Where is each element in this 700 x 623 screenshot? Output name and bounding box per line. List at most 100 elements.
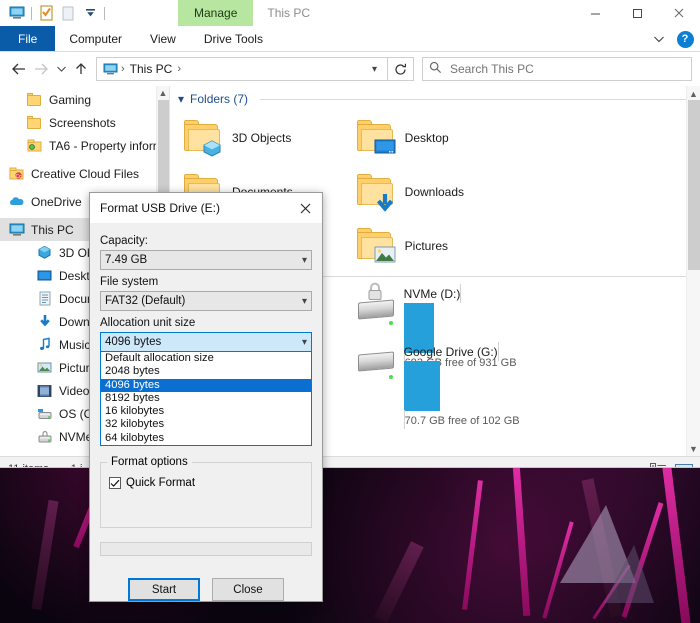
capacity-select[interactable]: 7.49 GB ▾ xyxy=(100,250,312,270)
close-button[interactable] xyxy=(288,193,322,223)
minimize-button[interactable] xyxy=(574,0,616,26)
drive-icon xyxy=(36,405,53,422)
format-usb-drive-dialog: Format USB Drive (E:) Capacity: 7.49 GB … xyxy=(89,192,323,602)
back-button[interactable] xyxy=(8,56,30,82)
toolbar-divider xyxy=(31,6,32,20)
dropdown-option-selected[interactable]: 4096 bytes xyxy=(101,378,311,392)
chevron-down-icon[interactable]: ▾ xyxy=(178,92,184,106)
folder-tile-pictures[interactable]: Pictures xyxy=(349,220,522,272)
breadcrumb-this-pc[interactable]: This PC xyxy=(127,62,176,76)
dropdown-option[interactable]: 64 kilobytes xyxy=(101,432,311,445)
dialog-titlebar: Format USB Drive (E:) xyxy=(90,193,322,223)
scroll-up-icon[interactable]: ▲ xyxy=(157,86,169,98)
close-button-dialog[interactable]: Close xyxy=(212,578,284,602)
capacity-value: 7.49 GB xyxy=(105,254,148,266)
view-mode-buttons xyxy=(648,457,694,467)
dropdown-option[interactable]: Default allocation size xyxy=(101,352,311,365)
tab-drive-tools[interactable]: Drive Tools xyxy=(190,26,277,51)
search-input[interactable] xyxy=(448,61,685,77)
quick-format-checkbox[interactable] xyxy=(109,477,121,490)
search-box[interactable] xyxy=(422,57,692,81)
folder-icon xyxy=(26,91,43,108)
breadcrumb-separator-2[interactable]: › xyxy=(175,63,183,75)
documents-icon xyxy=(36,290,53,307)
allocation-value: 4096 bytes xyxy=(105,336,162,348)
address-path-box[interactable]: › This PC › ▾ xyxy=(96,57,388,81)
pictures-icon xyxy=(36,359,53,376)
onedrive-icon xyxy=(8,193,25,210)
this-pc-icon xyxy=(8,221,25,238)
filesystem-select[interactable]: FAT32 (Default) ▾ xyxy=(100,291,312,311)
allocation-unit-size-select[interactable]: 4096 bytes ▾ xyxy=(100,332,312,352)
folder-tile-downloads[interactable]: Downloads xyxy=(349,166,522,218)
dialog-body: Capacity: 7.49 GB ▾ File system FAT32 (D… xyxy=(90,223,322,456)
chevron-down-icon: ▾ xyxy=(301,295,307,307)
new-folder-icon[interactable] xyxy=(57,2,79,24)
content-pane-scrollbar[interactable]: ▲ ▼ xyxy=(686,86,700,456)
folder-tile-3d-objects[interactable]: 3D Objects xyxy=(176,112,349,164)
drive-tile-empty-1 xyxy=(521,283,694,335)
up-button[interactable] xyxy=(70,56,92,82)
properties-icon[interactable] xyxy=(35,2,57,24)
tab-file[interactable]: File xyxy=(0,26,56,51)
allocation-dropdown-list[interactable]: Default allocation size 2048 bytes 4096 … xyxy=(100,352,312,447)
sidebar-item-label: Creative Cloud Files xyxy=(31,166,140,181)
maximize-button[interactable] xyxy=(616,0,658,26)
3d-objects-folder-icon xyxy=(182,117,224,159)
breadcrumb-separator-1: › xyxy=(121,63,125,75)
drive-tile-nvme-d[interactable]: NVMe (D:) 693 GB free of 931 GB xyxy=(349,282,522,371)
chevron-down-icon: ▾ xyxy=(301,336,307,348)
folder-icon xyxy=(26,114,43,131)
dropdown-option[interactable]: 2048 bytes xyxy=(101,365,311,378)
help-button[interactable]: ? xyxy=(674,28,696,50)
scrollbar-thumb[interactable] xyxy=(688,100,700,270)
sidebar-item-screenshots[interactable]: Screenshots xyxy=(0,111,169,134)
drive-label: NVMe (D:) xyxy=(403,287,461,301)
sidebar-item-label: TA6 - Property inforr xyxy=(49,138,157,153)
search-icon xyxy=(429,61,442,77)
folders-group-header[interactable]: ▾ Folders (7) xyxy=(170,86,700,108)
close-button[interactable] xyxy=(658,0,700,26)
start-button[interactable]: Start xyxy=(128,578,200,602)
drive-free-text: 70.7 GB free of 102 GB xyxy=(404,415,520,427)
downloads-folder-icon xyxy=(355,171,397,213)
drive-icon xyxy=(36,428,53,445)
tab-manage[interactable]: Manage xyxy=(178,0,254,26)
pictures-folder-icon xyxy=(355,225,397,267)
sidebar-item-label: OneDrive xyxy=(31,194,82,209)
contextual-tabs: Manage This PC xyxy=(178,0,324,26)
this-pc-icon[interactable] xyxy=(6,2,28,24)
forward-button[interactable] xyxy=(30,56,52,82)
window-titlebar: Manage This PC xyxy=(0,0,700,26)
window-title: This PC xyxy=(267,6,311,20)
dropdown-option[interactable]: 16 kilobytes xyxy=(101,405,311,418)
details-view-icon[interactable] xyxy=(648,461,668,467)
drive-tile-empty-2 xyxy=(521,341,694,393)
chevron-down-icon: ▾ xyxy=(301,254,307,266)
dropdown-option[interactable]: 32 kilobytes xyxy=(101,418,311,431)
desktop-icon xyxy=(36,267,53,284)
folder-tile-empty-1 xyxy=(521,112,694,164)
recent-locations-button[interactable] xyxy=(52,56,70,82)
dropdown-option[interactable]: 8192 bytes xyxy=(101,392,311,405)
large-icons-view-icon[interactable] xyxy=(674,461,694,467)
this-pc-icon xyxy=(101,63,119,76)
sidebar-item-label: This PC xyxy=(31,222,74,237)
sidebar-item-gaming[interactable]: Gaming xyxy=(0,88,169,111)
refresh-button[interactable] xyxy=(388,57,414,81)
folder-tile-desktop[interactable]: Desktop xyxy=(349,112,522,164)
drive-tile-google-drive-g[interactable]: Google Drive (G:) 70.7 GB free of 102 GB xyxy=(349,341,522,429)
tab-computer[interactable]: Computer xyxy=(55,26,136,51)
chevron-down-icon[interactable] xyxy=(648,28,670,50)
chevron-down-icon[interactable]: ▾ xyxy=(366,64,383,75)
tab-view[interactable]: View xyxy=(136,26,190,51)
folder-tile-label: Desktop xyxy=(404,131,449,145)
scroll-down-icon[interactable]: ▼ xyxy=(687,444,700,454)
sidebar-item-ta6[interactable]: TA6 - Property inforr xyxy=(0,134,169,157)
creative-cloud-icon: Cc xyxy=(8,165,25,182)
quick-access-toolbar xyxy=(0,0,108,26)
scroll-up-icon[interactable]: ▲ xyxy=(687,86,700,99)
customize-dropdown-icon[interactable] xyxy=(79,2,101,24)
locked-drive-icon xyxy=(355,282,397,329)
sidebar-item-creative-cloud[interactable]: Cc Creative Cloud Files xyxy=(0,162,169,185)
